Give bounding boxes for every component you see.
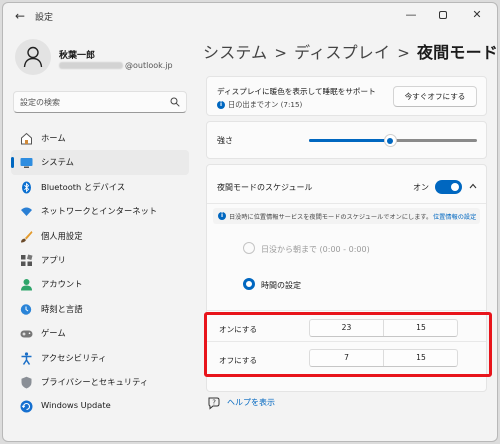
help-link[interactable]: ? ヘルプを表示: [207, 395, 275, 414]
home-icon: [21, 132, 32, 145]
sidebar-item-label: ネットワークとインターネット: [41, 206, 158, 217]
search-icon[interactable]: [170, 97, 180, 107]
location-info-text: 日没時に位置情報サービスを夜間モードのスケジュールでオンにします。: [229, 214, 433, 221]
maximize-icon[interactable]: [427, 5, 459, 25]
info-icon: i: [218, 212, 226, 220]
chevron-up-icon[interactable]: [467, 180, 479, 192]
sidebar-item-label: アカウント: [41, 279, 83, 290]
sidebar-item-label: Bluetooth とデバイス: [41, 181, 126, 192]
radio-set-hours[interactable]: [243, 278, 255, 290]
breadcrumb-separator: >: [274, 44, 288, 62]
location-settings-link[interactable]: 位置情報の設定: [433, 212, 476, 221]
strength-slider-thumb[interactable]: [383, 134, 397, 147]
wifi-icon: [21, 207, 32, 217]
minimize-icon[interactable]: —: [395, 5, 427, 25]
sidebar-item-privacy-security[interactable]: プライバシーとセキュリティ: [11, 370, 189, 394]
shield-icon: [21, 376, 32, 389]
bluetooth-icon: [22, 181, 31, 194]
user-name: 秋葉一郎: [59, 51, 96, 61]
back-arrow-icon[interactable]: ←: [11, 8, 29, 24]
info-icon: i: [217, 101, 225, 109]
person-icon: [23, 46, 43, 68]
turn-off-now-button[interactable]: 今すぐオフにする: [393, 86, 477, 107]
schedule-toggle[interactable]: [435, 180, 462, 194]
sidebar-item-apps[interactable]: アプリ: [11, 248, 189, 272]
help-label: ヘルプを表示: [227, 398, 275, 407]
breadcrumb-system[interactable]: システム: [203, 43, 267, 62]
sidebar-item-label: ゲーム: [41, 328, 66, 339]
sidebar-item-label: 時刻と言語: [41, 303, 83, 314]
highlight-annotation: [204, 312, 492, 377]
page-title: 夜間モード: [416, 43, 498, 62]
sidebar-item-label: システム: [41, 157, 74, 168]
update-icon: [20, 400, 33, 413]
sidebar-item-label: 個人用設定: [41, 230, 83, 241]
sidebar-item-accounts[interactable]: アカウント: [11, 272, 189, 296]
time-language-icon: [20, 304, 32, 315]
sidebar-item-home[interactable]: ホーム: [11, 126, 189, 150]
breadcrumb: システム > ディスプレイ > 夜間モード: [203, 39, 498, 63]
sidebar-item-personalization[interactable]: 個人用設定: [11, 224, 189, 248]
apps-icon: [21, 254, 33, 266]
game-controller-icon: [20, 330, 33, 338]
radio-sunset-to-sunrise[interactable]: [243, 242, 255, 254]
breadcrumb-separator: >: [397, 44, 410, 62]
sidebar-item-time-language[interactable]: 時刻と言語: [11, 297, 189, 321]
sidebar-item-bluetooth[interactable]: Bluetooth とデバイス: [11, 175, 189, 199]
search-box[interactable]: [13, 91, 187, 113]
brush-icon: [21, 230, 33, 243]
location-info-bar: i 日没時に位置情報サービスを夜間モードのスケジュールでオンにします。 位置情報…: [213, 208, 480, 224]
schedule-toggle-label: オン: [413, 183, 429, 192]
redacted-email-local-part: [59, 62, 123, 69]
strength-label: 強さ: [217, 136, 233, 145]
sidebar-item-accessibility[interactable]: アクセシビリティ: [11, 346, 189, 370]
sidebar-item-label: プライバシーとセキュリティ: [41, 376, 149, 387]
breadcrumb-display[interactable]: ディスプレイ: [294, 43, 390, 62]
sidebar-item-label: ホーム: [41, 133, 66, 143]
search-input[interactable]: [20, 96, 160, 109]
night-light-status-text: 日の出までオン (7:15): [228, 100, 303, 109]
accessibility-icon: [21, 351, 32, 365]
sidebar-item-network[interactable]: ネットワークとインターネット: [11, 199, 189, 223]
night-light-status: i 日の出までオン (7:15): [217, 100, 302, 110]
strength-slider[interactable]: [309, 134, 477, 147]
settings-window: ← 設定 — ✕ 秋葉一郎 @outlook.jp ホーム: [2, 2, 498, 442]
user-email-domain: @outlook.jp: [125, 61, 173, 70]
sidebar-item-windows-update[interactable]: Windows Update: [11, 394, 189, 418]
strength-slider-fill: [309, 139, 390, 142]
sidebar-item-label: アクセシビリティ: [41, 352, 107, 363]
sidebar-item-gaming[interactable]: ゲーム: [11, 321, 189, 345]
title-bar: ← 設定 — ✕: [3, 3, 497, 29]
sidebar-item-label: アプリ: [41, 254, 66, 265]
radio-set-hours-label: 時間の設定: [261, 281, 301, 290]
night-light-description: ディスプレイに暖色を表示して睡眠をサポート: [217, 87, 376, 96]
divider: [207, 203, 486, 204]
strength-card: 強さ: [206, 121, 487, 159]
system-monitor-icon: [20, 158, 33, 169]
user-email: @outlook.jp: [59, 61, 173, 70]
night-light-status-card: ディスプレイに暖色を表示して睡眠をサポート i 日の出までオン (7:15) 今す…: [206, 76, 487, 116]
sidebar-item-system[interactable]: システム: [11, 150, 189, 175]
avatar[interactable]: [15, 39, 51, 75]
account-icon: [21, 279, 32, 291]
radio-sunset-label: 日没から朝まで (0:00 - 0:00): [261, 245, 370, 254]
svg-text:?: ?: [212, 399, 216, 407]
close-icon[interactable]: ✕: [461, 5, 493, 25]
schedule-title: 夜間モードのスケジュール: [217, 183, 313, 192]
help-icon: ?: [208, 397, 220, 410]
sidebar-nav: ホーム システム Bluetooth とデバイス ネットワークとインターネット: [11, 126, 189, 419]
sidebar-item-label: Windows Update: [41, 400, 111, 411]
app-title: 設定: [35, 13, 54, 23]
divider: [207, 310, 486, 311]
